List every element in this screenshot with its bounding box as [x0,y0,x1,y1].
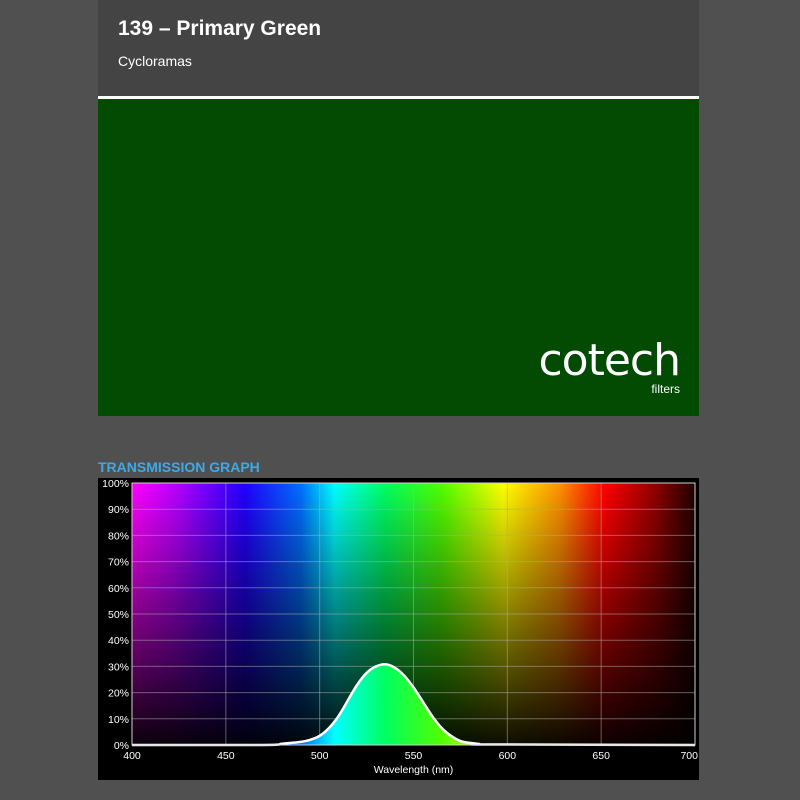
product-title: 139 – Primary Green [118,17,322,40]
logo-brand-text: cotech [538,335,681,386]
y-tick-label: 100% [102,478,129,490]
x-tick-label: 400 [123,750,141,762]
y-tick-label: 20% [108,688,129,700]
product-category: Cycloramas [118,53,192,69]
y-tick-label: 10% [108,714,129,726]
product-header: 139 – Primary Green Cycloramas [98,0,699,96]
y-tick-label: 70% [108,557,129,569]
y-tick-label: 80% [108,530,129,542]
transmission-graph-heading: TRANSMISSION GRAPH [98,459,260,475]
filter-color-swatch: cotech filters [98,99,699,416]
x-tick-label: 500 [311,750,329,762]
x-axis-label: Wavelength (nm) [374,764,454,776]
x-tick-label: 550 [405,750,423,762]
x-tick-label: 700 [680,750,698,762]
x-tick-label: 450 [217,750,235,762]
cotech-logo: cotech filters [538,335,681,396]
y-tick-label: 30% [108,661,129,673]
y-tick-label: 40% [108,635,129,647]
y-tick-label: 50% [108,609,129,621]
transmission-chart: 0%10%20%30%40%50%60%70%80%90%100% 400 450… [98,478,699,780]
x-tick-label: 650 [592,750,610,762]
y-tick-label: 60% [108,583,129,595]
x-tick-label: 600 [499,750,517,762]
y-tick-label: 90% [108,504,129,516]
